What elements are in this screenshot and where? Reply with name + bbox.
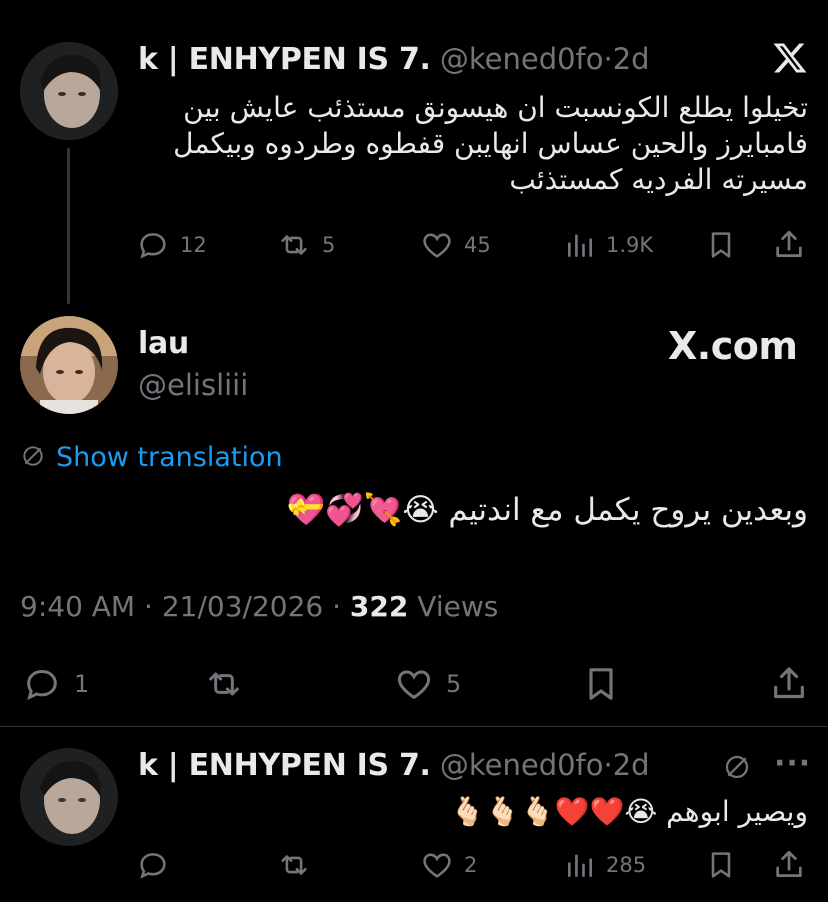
reply-icon [20,664,64,704]
quoted-tweet-text: تخيلوا يطلع الكونسبت ان هيسونق مستذئب عا… [173,91,808,196]
repost-icon [276,228,312,262]
tweet-date[interactable]: 21/03/2026 [162,590,323,623]
share-button[interactable] [772,228,806,262]
avatar-elisliii[interactable] [20,316,118,414]
views-button[interactable]: 285 [564,848,646,882]
timestamp[interactable]: 2d [613,42,650,76]
reply-button[interactable] [136,848,170,882]
bookmark-icon [705,228,737,262]
reply-count: 1 [74,670,90,698]
like-icon [420,848,454,882]
handle[interactable]: @elisliii [138,368,248,402]
reply-header: k | ENHYPEN IS 7. @kened0fo·2d [138,748,650,783]
like-count: 45 [464,233,491,257]
views-button[interactable]: 1.9K [564,228,653,262]
more-icon[interactable]: ··· [774,746,811,781]
dot-separator: · [603,42,613,76]
display-name[interactable]: lau [138,326,189,361]
x-logo-icon[interactable] [772,40,808,76]
avatar-kened0fo[interactable] [20,42,118,140]
share-icon [772,848,806,882]
dot-separator: · [332,590,350,623]
handle[interactable]: @kened0fo [440,748,604,782]
repost-icon [200,664,248,704]
views-icon [564,848,596,882]
like-button[interactable]: 5 [392,664,461,704]
bookmark-button[interactable] [705,848,737,882]
share-button[interactable] [768,664,810,704]
bookmark-button[interactable] [580,664,622,704]
divider [0,726,828,727]
views-count: 285 [606,853,647,877]
bookmark-icon [705,848,737,882]
timestamp[interactable]: 2d [613,748,650,782]
like-button[interactable]: 45 [420,228,491,262]
bookmark-button[interactable] [705,228,737,262]
share-icon [772,228,806,262]
like-button[interactable]: 2 [420,848,477,882]
translate-row[interactable]: Show translation [20,442,283,473]
views-count: 322 [349,590,409,623]
tweet-meta: 9:40 AM · 21/03/2026 · 322 Views [20,590,498,623]
tweet-time[interactable]: 9:40 AM [20,590,135,623]
site-label: X.com [668,324,798,368]
reply-button[interactable]: 12 [136,228,207,262]
like-icon [420,228,454,262]
dot-separator: · [603,748,613,782]
avatar-kened0fo[interactable] [20,748,118,846]
dot-separator: · [144,590,162,623]
quoted-header: k | ENHYPEN IS 7. @kened0fo·2d [138,42,650,77]
handle[interactable]: @kened0fo [440,42,604,76]
main-tweet-text: وبعدين يروح يكمل مع اندتيم 😭💘💞💝 [286,492,808,528]
views-icon [564,228,596,262]
show-translation-link[interactable]: Show translation [56,442,283,473]
share-button[interactable] [772,848,806,882]
repost-icon [276,848,312,882]
repost-button[interactable] [276,848,312,882]
translate-icon[interactable] [722,752,752,786]
reply-icon [136,228,170,262]
reply-count: 12 [180,233,207,257]
like-count: 5 [446,670,462,698]
views-count: 1.9K [606,233,654,257]
reply-button[interactable]: 1 [20,664,89,704]
thread-line [67,148,70,304]
display-name[interactable]: k | ENHYPEN IS 7. [138,42,431,77]
reply-icon [136,848,170,882]
repost-count: 5 [322,233,336,257]
repost-button[interactable] [200,664,248,704]
reply-tweet-text: ويصير ابوهم 😭❤️❤️🫰🏻🫰🏻🫰🏻 [450,795,808,828]
translate-icon [20,443,46,473]
like-count: 2 [464,853,478,877]
like-icon [392,664,436,704]
views-label: Views [417,590,499,623]
share-icon [768,664,810,704]
bookmark-icon [580,664,622,704]
display-name[interactable]: k | ENHYPEN IS 7. [138,748,431,783]
repost-button[interactable]: 5 [276,228,335,262]
